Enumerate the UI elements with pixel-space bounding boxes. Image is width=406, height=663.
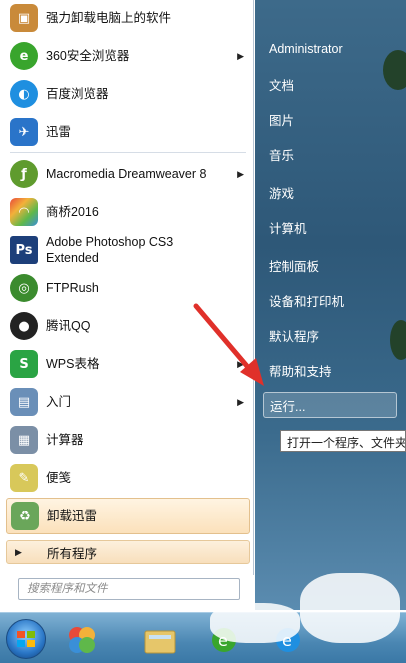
- user-name-link[interactable]: Administrator: [263, 36, 405, 62]
- program-label: FTPRush: [46, 281, 99, 295]
- program-label: 卸载迅雷: [47, 509, 98, 523]
- program-xunlei[interactable]: ✈ 迅雷: [6, 114, 250, 150]
- ftprush-icon: ◎: [10, 274, 38, 302]
- search-programs-box[interactable]: [18, 578, 240, 600]
- shangqiao-rainbow-icon: ◠: [10, 198, 38, 226]
- submenu-arrow-icon[interactable]: ▶: [237, 397, 244, 408]
- recycle-uninstall-icon: ♻: [11, 502, 39, 530]
- program-sticky-notes[interactable]: ✎ 便笺: [6, 460, 250, 496]
- search-input[interactable]: [19, 579, 239, 599]
- program-shangqiao[interactable]: ◠ 商桥2016: [6, 194, 250, 230]
- music-link[interactable]: 音乐: [263, 141, 405, 167]
- taskbar: e e: [0, 573, 406, 663]
- watermark-smear: [210, 603, 300, 643]
- devices-printers-link[interactable]: 设备和打印机: [263, 287, 405, 313]
- program-label: 商桥2016: [46, 205, 99, 219]
- submenu-arrow-icon[interactable]: ▶: [237, 51, 244, 62]
- program-label: WPS表格: [46, 357, 100, 371]
- program-label: 百度浏览器: [46, 87, 109, 101]
- program-uninstaller[interactable]: ▣ 强力卸载电脑上的软件: [6, 0, 250, 36]
- program-uninstall-xunlei[interactable]: ♻ 卸载迅雷: [6, 498, 250, 534]
- program-photoshop[interactable]: Ps Adobe Photoshop CS3 Extended: [6, 232, 250, 268]
- submenu-arrow-icon[interactable]: ▶: [237, 169, 244, 180]
- sticky-note-icon: ✎: [10, 464, 38, 492]
- dreamweaver-icon: ƒ: [10, 160, 38, 188]
- folder-taskbar-icon[interactable]: [140, 621, 180, 659]
- qq-penguin-icon: ●: [10, 312, 38, 340]
- documents-link[interactable]: 文档: [263, 71, 405, 97]
- program-360-browser[interactable]: e 360安全浏览器 ▶: [6, 38, 250, 74]
- games-link[interactable]: 游戏: [263, 179, 405, 205]
- default-programs-link[interactable]: 默认程序: [263, 322, 405, 348]
- getting-started-icon: ▤: [10, 388, 38, 416]
- all-programs-button[interactable]: ▶ 所有程序: [6, 540, 250, 564]
- pictures-link[interactable]: 图片: [263, 106, 405, 132]
- program-label: 迅雷: [46, 125, 72, 139]
- computer-link[interactable]: 计算机: [263, 214, 405, 240]
- run-tooltip: 打开一个程序、文件夹: [280, 430, 406, 452]
- wps-sheet-icon: S: [10, 350, 38, 378]
- photoshop-icon: Ps: [10, 236, 38, 264]
- program-label: 腾讯QQ: [46, 319, 91, 333]
- program-label: 计算器: [46, 433, 84, 447]
- program-label: 360安全浏览器: [46, 49, 130, 63]
- start-menu-right-pane: Administrator 文档 图片 音乐 游戏 计算机 控制面板 设备和打印…: [255, 0, 406, 610]
- red-pointer-arrow-icon: [193, 303, 264, 386]
- pinned-separator: [10, 152, 246, 153]
- xunlei-bird-icon: ✈: [10, 118, 38, 146]
- control-panel-link[interactable]: 控制面板: [263, 252, 405, 278]
- 360-browser-icon: e: [10, 42, 38, 70]
- start-menu-programs-pane: ▣ 强力卸载电脑上的软件 e 360安全浏览器 ▶ ◐ 百度浏览器 ✈ 迅雷 ƒ…: [2, 0, 254, 600]
- 360-taskbar-icon[interactable]: [62, 621, 102, 659]
- program-label: 强力卸载电脑上的软件: [46, 11, 172, 25]
- calculator-icon: ▦: [10, 426, 38, 454]
- program-calculator[interactable]: ▦ 计算器: [6, 422, 250, 458]
- program-label: Macromedia Dreamweaver 8: [46, 167, 207, 181]
- all-programs-label: 所有程序: [47, 546, 98, 561]
- program-baidu-browser[interactable]: ◐ 百度浏览器: [6, 76, 250, 112]
- program-label: 入门: [46, 395, 72, 409]
- program-label: 便笺: [46, 471, 72, 485]
- help-support-link[interactable]: 帮助和支持: [263, 357, 405, 383]
- baidu-browser-icon: ◐: [10, 80, 38, 108]
- program-label: Adobe Photoshop CS3 Extended: [46, 235, 174, 265]
- uninstall-box-icon: ▣: [10, 4, 38, 32]
- watermark-smear: [300, 573, 400, 643]
- start-orb-icon[interactable]: [6, 619, 46, 659]
- program-dreamweaver[interactable]: ƒ Macromedia Dreamweaver 8 ▶: [6, 156, 250, 192]
- run-command-link[interactable]: 运行...: [263, 392, 397, 418]
- expand-arrow-icon: ▶: [15, 546, 22, 557]
